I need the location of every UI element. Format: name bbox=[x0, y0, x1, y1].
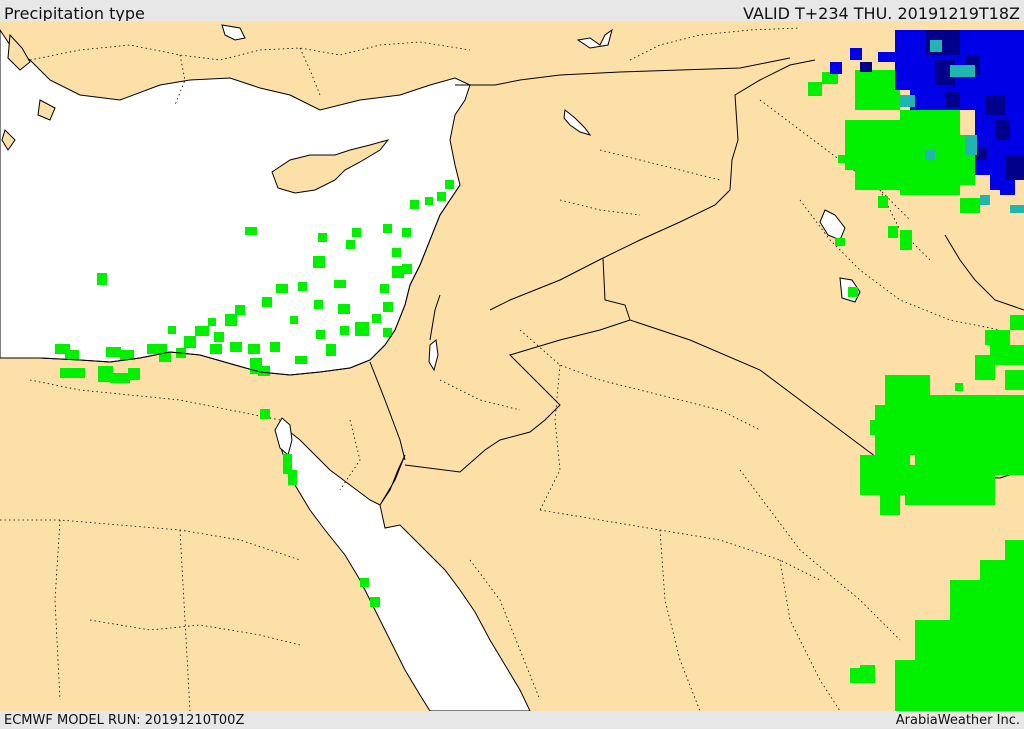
precipitation-map bbox=[0, 21, 1024, 711]
footer-bar: ECMWF MODEL RUN: 20191210T00Z ArabiaWeat… bbox=[0, 711, 1024, 729]
header-bar: Precipitation type VALID T+234 THU. 2019… bbox=[0, 0, 1024, 23]
credit-label: ArabiaWeather Inc. bbox=[895, 713, 1020, 728]
model-run-label: ECMWF MODEL RUN: 20191210T00Z bbox=[4, 713, 245, 728]
